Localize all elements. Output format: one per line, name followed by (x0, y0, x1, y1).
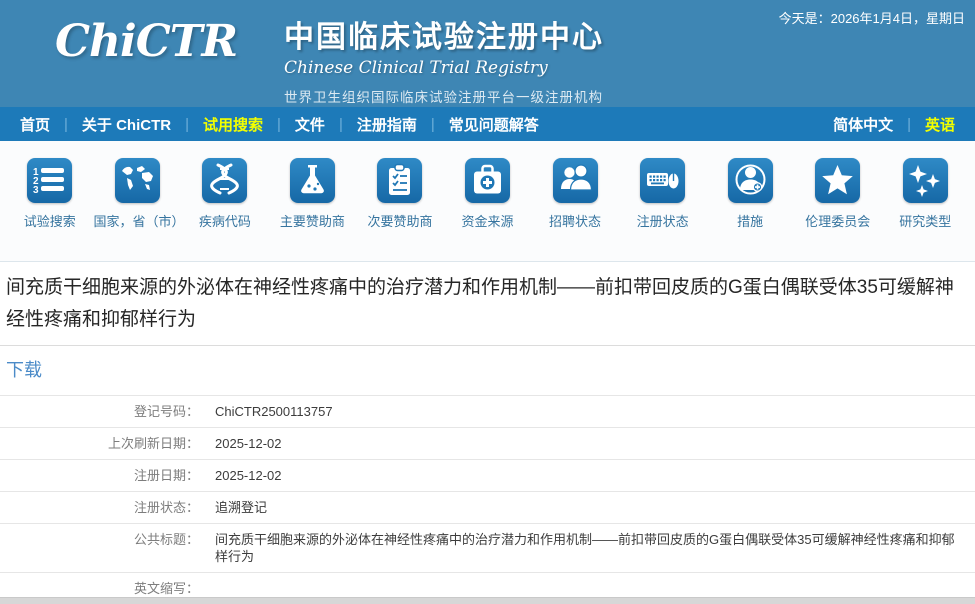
main-nav: 首页|关于 ChiCTR|试用搜索|文件|注册指南|常见问题解答 简体中文|英语 (0, 107, 975, 141)
iconbar-item-6[interactable]: 资金来源 (444, 158, 532, 261)
download-link[interactable]: 下载 (6, 356, 42, 382)
field-row: 注册状态：追溯登记 (0, 492, 975, 524)
iconbar-item-8[interactable]: 注册状态 (619, 158, 707, 261)
iconbar-item-4[interactable]: 主要赞助商 (269, 158, 357, 261)
lang-item-1[interactable]: 简体中文 (827, 114, 899, 135)
nav-separator: | (269, 116, 289, 133)
nav-item-6[interactable]: 常见问题解答 (443, 114, 545, 135)
field-value: 间充质干细胞来源的外泌体在神经性疼痛中的治疗潜力和作用机制——前扣带回皮质的G蛋… (205, 524, 975, 573)
svg-text:3: 3 (33, 185, 39, 196)
trial-fields-table: 登记号码：ChiCTR2500113757上次刷新日期：2025-12-02注册… (0, 395, 975, 604)
nav-separator: | (423, 116, 443, 133)
brand-block: 中国临床试验注册中心 Chinese Clinical Trial Regist… (284, 12, 604, 106)
iconbar-item-label: 主要赞助商 (269, 212, 357, 231)
nav-separator: | (56, 116, 76, 133)
sparkles-icon (903, 158, 948, 203)
iconbar-item-label: 疾病代码 (181, 212, 269, 231)
dna-icon (202, 158, 247, 203)
iconbar-item-label: 招聘状态 (531, 212, 619, 231)
iconbar-item-label: 注册状态 (619, 212, 707, 231)
numbered-list-icon: 123 (27, 158, 72, 203)
nav-item-5[interactable]: 注册指南 (351, 114, 423, 135)
iconbar-item-label: 伦理委员会 (794, 212, 882, 231)
flask-icon (290, 158, 335, 203)
iconbar-item-label: 研究类型 (881, 212, 969, 231)
today-date: 今天是：2026年1月4日，星期日 (779, 8, 965, 27)
site-title-en: Chinese Clinical Trial Registry (284, 58, 604, 78)
doctor-icon (728, 158, 773, 203)
iconbar-item-11[interactable]: 研究类型 (881, 158, 969, 261)
field-value: 2025-12-02 (205, 460, 975, 492)
site-title-cn: 中国临床试验注册中心 (284, 12, 604, 56)
lang-item-2[interactable]: 英语 (919, 114, 961, 135)
field-value: 2025-12-02 (205, 428, 975, 460)
nav-separator: | (177, 116, 197, 133)
field-row: 注册日期：2025-12-02 (0, 460, 975, 492)
star-icon (815, 158, 860, 203)
chictr-logo[interactable]: ChiCTR (55, 16, 237, 67)
site-subtitle: 世界卫生组织国际临床试验注册平台一级注册机构 (284, 86, 604, 106)
iconbar-item-10[interactable]: 伦理委员会 (794, 158, 882, 261)
nav-item-4[interactable]: 文件 (289, 114, 331, 135)
page-title: 间充质干细胞来源的外泌体在神经性疼痛中的治疗潜力和作用机制——前扣带回皮质的G蛋… (6, 272, 966, 336)
field-row: 登记号码：ChiCTR2500113757 (0, 396, 975, 428)
language-switcher: 简体中文|英语 (827, 114, 961, 135)
iconbar-item-5[interactable]: 次要赞助商 (356, 158, 444, 261)
medical-bag-icon (465, 158, 510, 203)
divider (0, 345, 975, 346)
iconbar-item-label: 试验搜索 (6, 212, 94, 231)
iconbar-item-label: 次要赞助商 (356, 212, 444, 231)
field-label: 上次刷新日期： (0, 428, 205, 460)
nav-item-1[interactable]: 首页 (14, 114, 56, 135)
people-icon (553, 158, 598, 203)
page: 今天是：2026年1月4日，星期日 ChiCTR 中国临床试验注册中心 Chin… (0, 0, 975, 604)
world-map-icon (115, 158, 160, 203)
field-label: 注册日期： (0, 460, 205, 492)
field-label: 注册状态： (0, 492, 205, 524)
keyboard-mouse-icon (640, 158, 685, 203)
iconbar-item-label: 国家，省（市） (94, 212, 182, 231)
field-label: 公共标题： (0, 524, 205, 573)
iconbar-item-9[interactable]: 措施 (706, 158, 794, 261)
nav-item-2[interactable]: 关于 ChiCTR (76, 114, 177, 135)
nav-separator: | (899, 116, 919, 133)
trial-detail-content: 间充质干细胞来源的外泌体在神经性疼痛中的治疗潜力和作用机制——前扣带回皮质的G蛋… (0, 272, 975, 604)
iconbar-item-label: 资金来源 (444, 212, 532, 231)
field-label: 登记号码： (0, 396, 205, 428)
site-header: 今天是：2026年1月4日，星期日 ChiCTR 中国临床试验注册中心 Chin… (0, 0, 975, 107)
iconbar-item-label: 措施 (706, 212, 794, 231)
field-value: ChiCTR2500113757 (205, 396, 975, 428)
nav-items: 首页|关于 ChiCTR|试用搜索|文件|注册指南|常见问题解答 (14, 114, 545, 135)
iconbar-item-3[interactable]: 疾病代码 (181, 158, 269, 261)
iconbar-item-1[interactable]: 123 试验搜索 (6, 158, 94, 261)
field-row: 上次刷新日期：2025-12-02 (0, 428, 975, 460)
nav-item-3[interactable]: 试用搜索 (197, 114, 269, 135)
field-row: 公共标题：间充质干细胞来源的外泌体在神经性疼痛中的治疗潜力和作用机制——前扣带回… (0, 524, 975, 573)
nav-separator: | (331, 116, 351, 133)
search-filter-iconbar: 123 试验搜索国家，省（市）疾病代码主要赞助商次要赞助商资金来源招聘状态注册状态… (0, 141, 975, 262)
bottom-bar (0, 597, 975, 604)
field-value: 追溯登记 (205, 492, 975, 524)
checklist-clipboard-icon (377, 158, 422, 203)
iconbar-item-7[interactable]: 招聘状态 (531, 158, 619, 261)
iconbar-item-2[interactable]: 国家，省（市） (94, 158, 182, 261)
